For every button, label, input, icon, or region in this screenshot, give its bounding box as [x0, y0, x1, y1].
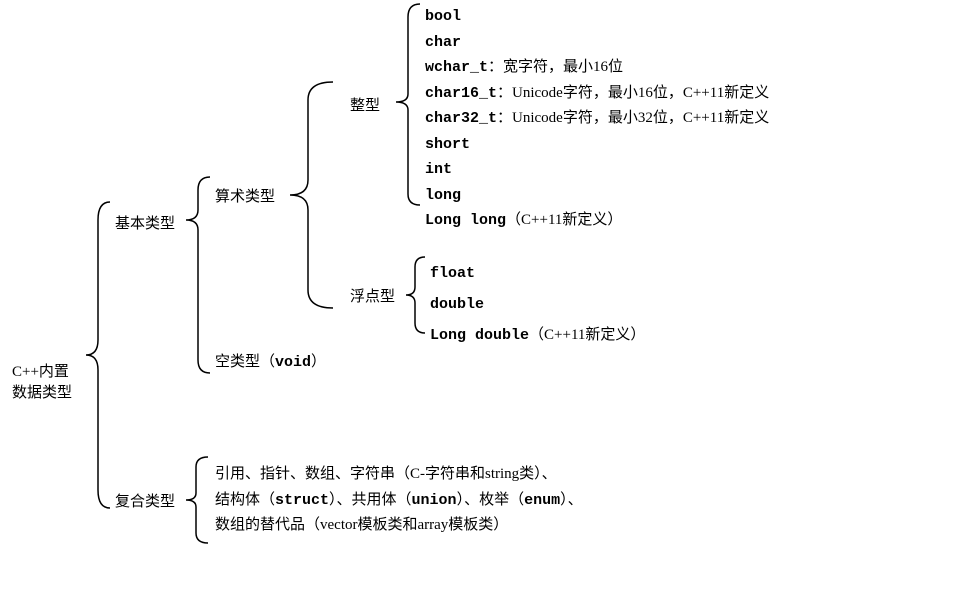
type-double: double [430, 289, 645, 320]
root-label: C++内置 数据类型 [12, 362, 72, 404]
type-wchar: wchar_t：宽字符，最小16位 [425, 56, 769, 80]
arithmetic-type-label: 算术类型 [215, 185, 275, 206]
brace-compound [180, 455, 212, 545]
brace-integer [388, 2, 423, 207]
brace-arithmetic [278, 80, 338, 310]
integer-list: bool char wchar_t：宽字符，最小16位 char16_t：Uni… [425, 5, 769, 235]
type-longdouble: Long double（C++11新定义） [430, 320, 645, 351]
compound-type-label: 复合类型 [115, 490, 175, 511]
float-type-label: 浮点型 [350, 285, 395, 306]
type-longlong: Long long（C++11新定义） [425, 209, 769, 233]
compound-line3: 数组的替代品（vector模板类和array模板类） [215, 513, 583, 539]
root-line2: 数据类型 [12, 383, 72, 404]
type-short: short [425, 133, 769, 157]
compound-line1: 引用、指针、数组、字符串（C-字符串和string类）、 [215, 462, 583, 488]
void-keyword: void [275, 354, 311, 371]
integer-type-label: 整型 [350, 94, 380, 115]
brace-float [400, 255, 428, 335]
type-bool: bool [425, 5, 769, 29]
type-char32: char32_t：Unicode字符，最小32位，C++11新定义 [425, 107, 769, 131]
basic-type-label: 基本类型 [115, 212, 175, 233]
type-char: char [425, 31, 769, 55]
compound-list: 引用、指针、数组、字符串（C-字符串和string类）、 结构体（struct）… [215, 462, 583, 539]
type-long: long [425, 184, 769, 208]
void-type-label: 空类型（void） [215, 350, 326, 371]
brace-root [78, 200, 113, 510]
type-int: int [425, 158, 769, 182]
type-char16: char16_t：Unicode字符，最小16位，C++11新定义 [425, 82, 769, 106]
float-list: float double Long double（C++11新定义） [430, 258, 645, 351]
type-float: float [430, 258, 645, 289]
root-line1: C++内置 [12, 362, 72, 383]
compound-line2: 结构体（struct）、共用体（union）、枚举（enum）、 [215, 488, 583, 514]
brace-basic [178, 175, 213, 375]
